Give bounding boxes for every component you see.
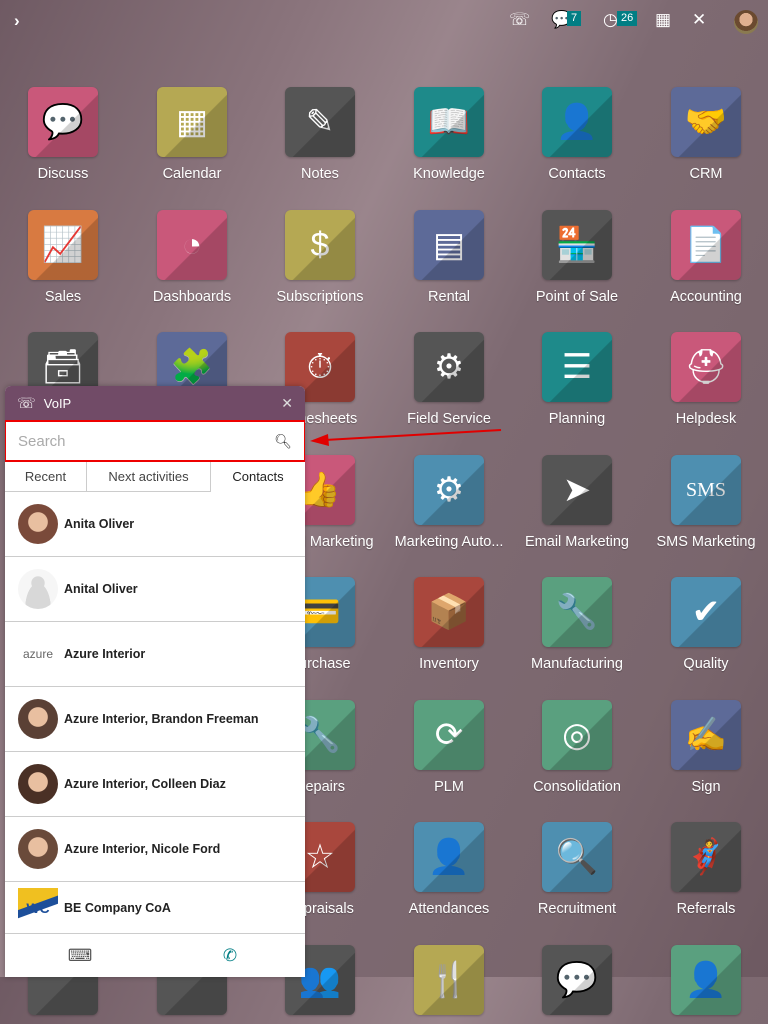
contact-row[interactable]: Anita Oliver	[5, 492, 305, 557]
voip-panel: ☏ VoIP ✕ 🔍︎ Recent Next activities Conta…	[5, 386, 305, 977]
avatar: azure	[18, 634, 58, 674]
contact-row[interactable]: Azure Interior, Nicole Ford	[5, 817, 305, 882]
call-button[interactable]: ✆	[155, 934, 305, 977]
avatar	[18, 699, 58, 739]
avatar	[18, 569, 58, 609]
contact-row[interactable]: Azure Interior, Brandon Freeman	[5, 687, 305, 752]
search-field: 🔍︎	[5, 420, 305, 462]
logo-text: WC	[26, 900, 50, 916]
avatar: WC	[18, 888, 58, 928]
phone-icon: ✆	[222, 945, 238, 965]
tab-next-activities[interactable]: Next activities	[87, 462, 211, 491]
contact-list: Anita Oliver Anital Oliver azure Azure Inte…	[5, 492, 305, 935]
avatar	[18, 764, 58, 804]
contact-row[interactable]: Anital Oliver	[5, 557, 305, 622]
contact-row[interactable]: azure Azure Interior	[5, 622, 305, 687]
close-icon[interactable]: ✕	[281, 395, 293, 412]
contact-name: BE Company CoA	[64, 901, 171, 915]
contact-row[interactable]: WC BE Company CoA	[5, 882, 305, 935]
voip-tabs: Recent Next activities Contacts	[5, 462, 305, 492]
phone-icon: ☏	[17, 395, 36, 412]
search-input[interactable]	[18, 432, 275, 450]
keyboard-icon[interactable]: ⌨	[5, 934, 155, 977]
avatar	[18, 504, 58, 544]
contact-name: Azure Interior, Brandon Freeman	[64, 712, 259, 726]
voip-header: ☏ VoIP ✕	[5, 386, 305, 420]
contact-name: Azure Interior	[64, 647, 146, 661]
contact-name: Azure Interior, Nicole Ford	[64, 842, 221, 856]
voip-footer: ⌨ ✆	[5, 933, 305, 977]
tab-recent[interactable]: Recent	[5, 462, 87, 491]
contact-name: Anita Oliver	[64, 517, 135, 531]
search-icon[interactable]: 🔍︎	[274, 433, 292, 450]
contact-row[interactable]: Azure Interior, Colleen Diaz	[5, 752, 305, 817]
logo-text: azure	[22, 647, 54, 661]
contact-name: Anital Oliver	[64, 582, 138, 596]
voip-title: VoIP	[43, 395, 72, 411]
tab-contacts[interactable]: Contacts	[211, 462, 305, 492]
contact-name: Azure Interior, Colleen Diaz	[64, 777, 226, 791]
avatar	[18, 829, 58, 869]
